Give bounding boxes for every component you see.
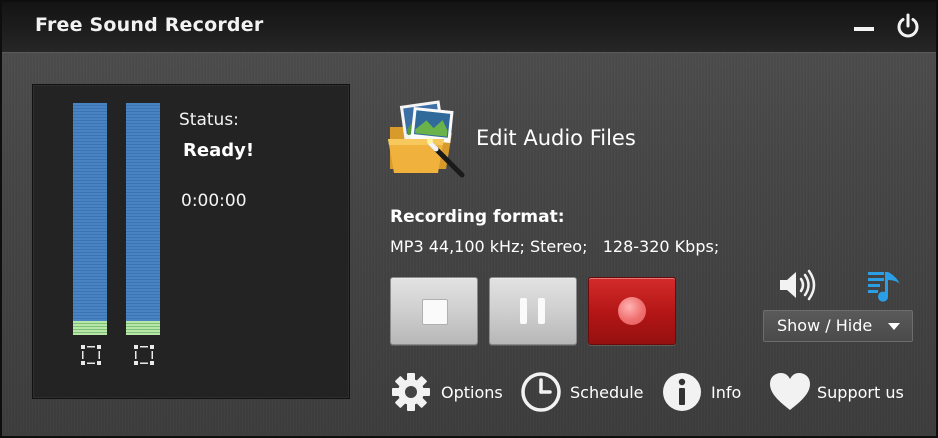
status-value: Ready! xyxy=(183,140,255,161)
music-note-icon[interactable] xyxy=(866,268,904,306)
power-icon xyxy=(897,13,919,38)
info-icon xyxy=(663,373,701,411)
pause-icon-bar-right xyxy=(538,298,545,324)
gear-icon xyxy=(392,373,430,411)
minimize-icon xyxy=(854,27,874,31)
record-icon xyxy=(618,297,646,325)
left-channel-base xyxy=(73,321,107,335)
record-button[interactable] xyxy=(588,277,676,345)
left-channel-select-icon[interactable] xyxy=(79,343,103,367)
schedule-label: Schedule xyxy=(570,383,644,402)
title-bar[interactable]: Free Sound Recorder xyxy=(2,2,936,53)
heart-icon xyxy=(770,373,810,410)
options-label: Options xyxy=(441,383,503,402)
app-window: Free Sound Recorder Status: Ready! 0:00:… xyxy=(0,0,938,438)
show-hide-label: Show / Hide xyxy=(777,316,873,335)
info-label: Info xyxy=(711,383,742,402)
edit-audio-files-link[interactable]: Edit Audio Files xyxy=(476,126,636,150)
pause-icon-bar-left xyxy=(520,298,527,324)
chevron-down-icon xyxy=(888,323,900,330)
status-label: Status: xyxy=(179,110,239,130)
window-title: Free Sound Recorder xyxy=(35,14,264,36)
left-channel-level-bar xyxy=(73,103,107,335)
show-hide-dropdown[interactable]: Show / Hide xyxy=(763,310,913,342)
recording-format-value[interactable]: MP3 44,100 kHz; Stereo; 128-320 Kbps; xyxy=(390,237,719,256)
right-channel-select-icon[interactable] xyxy=(132,343,156,367)
power-button[interactable] xyxy=(894,12,922,40)
clock-icon xyxy=(521,372,561,412)
stop-button[interactable] xyxy=(390,277,478,345)
right-channel-base xyxy=(126,321,160,335)
recording-format-label: Recording format: xyxy=(390,207,565,227)
elapsed-time: 0:00:00 xyxy=(181,191,247,211)
minimize-button[interactable] xyxy=(850,12,878,40)
level-meter-panel: Status: Ready! 0:00:00 xyxy=(32,84,350,399)
folder-pictures-wand-icon[interactable] xyxy=(386,97,468,179)
pause-button[interactable] xyxy=(489,277,577,345)
right-channel-level-bar xyxy=(126,103,160,335)
speaker-icon[interactable] xyxy=(778,268,818,302)
stop-icon xyxy=(422,299,448,325)
support-us-label: Support us xyxy=(817,383,904,402)
